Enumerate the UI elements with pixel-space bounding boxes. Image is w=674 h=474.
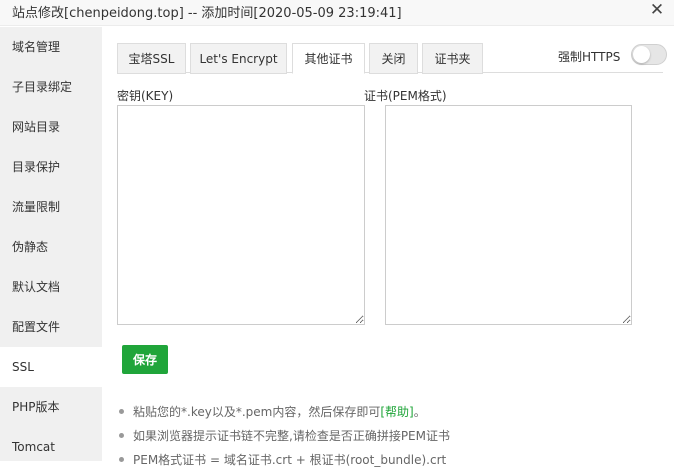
tab-lets-encrypt[interactable]: Let's Encrypt: [190, 43, 287, 74]
tab-baota-ssl[interactable]: 宝塔SSL: [117, 43, 186, 74]
help-notes: 粘贴您的*.key以及*.pem内容，然后保存即可[帮助]。 如果浏览器提示证书…: [119, 402, 659, 474]
force-https-toggle[interactable]: [631, 44, 667, 65]
toggle-knob: [633, 46, 650, 63]
sidebar: 域名管理 子目录绑定 网站目录 目录保护 流量限制 伪静态 默认文档 配置文件 …: [0, 27, 102, 461]
sidebar-item-site-directory[interactable]: 网站目录: [0, 107, 102, 147]
note-item: 如果浏览器提示证书链不完整,请检查是否正确拼接PEM证书: [119, 426, 659, 450]
sidebar-item-tomcat[interactable]: Tomcat: [0, 427, 102, 467]
sidebar-item-config-file[interactable]: 配置文件: [0, 307, 102, 347]
note-text: 如果浏览器提示证书链不完整,请检查是否正确拼接PEM证书: [133, 429, 450, 443]
note-text-end: 。: [413, 405, 426, 419]
bullet-icon: [119, 433, 124, 438]
window-title: 站点修改[chenpeidong.top] -- 添加时间[2020-05-09…: [12, 6, 402, 21]
tab-certificate-folder[interactable]: 证书夹: [422, 43, 483, 74]
key-field-label: 密钥(KEY): [117, 89, 174, 103]
tab-other-certificate[interactable]: 其他证书: [292, 43, 365, 74]
sidebar-item-domain-management[interactable]: 域名管理: [0, 27, 102, 67]
main-panel: 宝塔SSL Let's Encrypt 其他证书 关闭 证书夹 强制HTTPS …: [102, 27, 674, 467]
sidebar-item-php-version[interactable]: PHP版本: [0, 387, 102, 427]
cert-textarea[interactable]: [385, 105, 632, 325]
force-https-label: 强制HTTPS: [558, 50, 621, 64]
save-button[interactable]: 保存: [122, 345, 168, 374]
sidebar-item-rewrite[interactable]: 伪静态: [0, 227, 102, 267]
sidebar-item-default-document[interactable]: 默认文档: [0, 267, 102, 307]
note-text: 粘贴您的*.key以及*.pem内容，然后保存即可: [133, 405, 381, 419]
sidebar-item-ssl[interactable]: SSL: [0, 347, 102, 387]
note-item: 粘贴您的*.key以及*.pem内容，然后保存即可[帮助]。: [119, 402, 659, 426]
sidebar-item-traffic-limit[interactable]: 流量限制: [0, 187, 102, 227]
bullet-icon: [119, 457, 124, 462]
sidebar-item-subdirectory-binding[interactable]: 子目录绑定: [0, 67, 102, 107]
key-textarea[interactable]: [117, 105, 365, 325]
help-link[interactable]: [帮助]: [380, 405, 413, 419]
tab-close[interactable]: 关闭: [369, 43, 418, 74]
sidebar-item-directory-protection[interactable]: 目录保护: [0, 147, 102, 187]
cert-field-label: 证书(PEM格式): [364, 89, 447, 103]
bullet-icon: [119, 409, 124, 414]
close-icon[interactable]: ✕: [646, 0, 668, 22]
note-text: PEM格式证书 = 域名证书.crt + 根证书(root_bundle).cr…: [133, 453, 447, 467]
window-titlebar: 站点修改[chenpeidong.top] -- 添加时间[2020-05-09…: [0, 0, 674, 26]
note-item: PEM格式证书 = 域名证书.crt + 根证书(root_bundle).cr…: [119, 450, 659, 474]
